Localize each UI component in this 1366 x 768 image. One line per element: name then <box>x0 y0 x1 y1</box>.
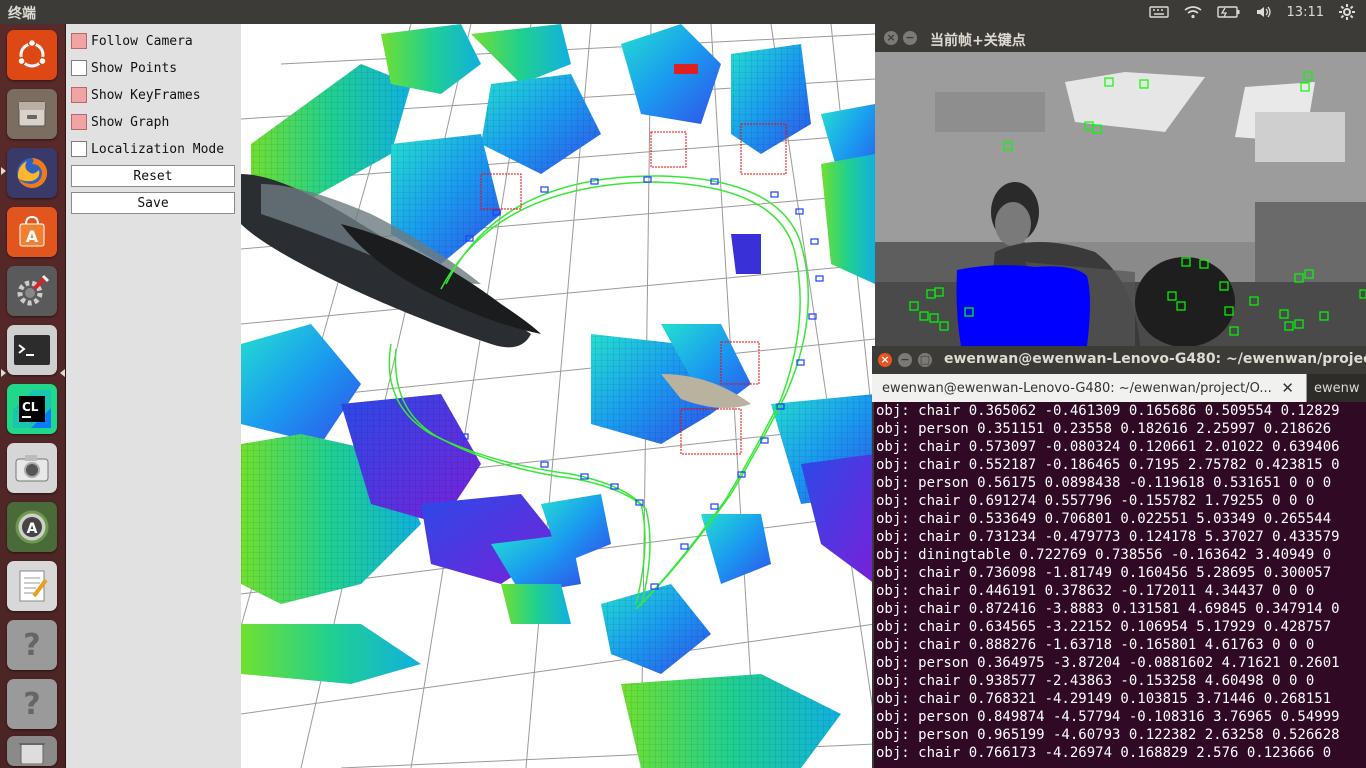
volume-icon[interactable] <box>1255 5 1273 19</box>
checkbox-box[interactable] <box>71 87 87 103</box>
terminal-icon[interactable] <box>7 325 57 375</box>
terminal-line: obj: diningtable 0.722769 0.738556 -0.16… <box>876 547 1332 563</box>
close-icon[interactable]: × <box>884 31 898 45</box>
camera-icon[interactable] <box>7 443 57 493</box>
unknown-app-icon-2[interactable]: ? <box>7 679 57 729</box>
terminal-line: obj: chair 0.533649 0.706801 0.022551 5.… <box>876 511 1332 527</box>
running-indicator <box>1 167 6 175</box>
terminal-line: obj: person 0.56175 0.0898438 -0.119618 … <box>876 475 1332 491</box>
window-titlebar[interactable]: × − 当前帧+关键点 <box>875 24 1366 52</box>
terminal-tab-active[interactable]: ewenwan@ewenwan-Lenovo-G480: ~/ewenwan/p… <box>872 374 1307 402</box>
terminal-line: obj: person 0.849874 -4.57794 -0.108316 … <box>876 709 1340 725</box>
terminal-line: obj: chair 0.938577 -2.43863 -0.153258 4… <box>876 673 1315 689</box>
close-tab-icon[interactable]: ✕ <box>1281 379 1294 397</box>
minimize-icon[interactable]: − <box>903 31 917 45</box>
show-graph-checkbox[interactable]: Show Graph <box>71 111 169 133</box>
trash-icon[interactable] <box>7 736 57 766</box>
checkbox-box[interactable] <box>71 33 87 49</box>
localization-mode-checkbox[interactable]: Localization Mode <box>71 138 224 160</box>
checkbox-label: Show Points <box>91 60 178 76</box>
terminal-line: obj: person 0.364975 -3.87204 -0.0881602… <box>876 655 1340 671</box>
terminal-output[interactable]: obj: chair 0.365062 -0.461309 0.165686 0… <box>874 402 1366 768</box>
terminal-line: obj: chair 0.731234 -0.479773 0.124178 5… <box>876 529 1340 545</box>
minimize-icon[interactable]: − <box>898 353 912 367</box>
checkbox-label: Show Graph <box>91 114 170 130</box>
window-titlebar[interactable]: × − □ ewenwan@ewenwan-Lenovo-G480: ~/ewe… <box>872 346 1366 374</box>
current-frame-window: × − 当前帧+关键点 <box>875 24 1366 346</box>
ubuntu-dash-icon[interactable] <box>7 30 57 80</box>
viewer-control-panel: Follow Camera Show Points Show KeyFrames… <box>66 24 242 768</box>
active-app-title: 终端 <box>8 6 36 22</box>
terminal-line: obj: chair 0.691274 0.557796 -0.155782 1… <box>876 493 1315 509</box>
system-tray: 13:11 <box>1148 0 1366 24</box>
settings-gear-icon[interactable] <box>1338 3 1356 21</box>
firefox-icon[interactable] <box>7 148 57 198</box>
system-settings-icon[interactable] <box>7 266 57 316</box>
unity-launcher: A CL A ? ? <box>0 24 66 768</box>
terminal-window: × − □ ewenwan@ewenwan-Lenovo-G480: ~/ewe… <box>872 346 1366 768</box>
terminal-line: obj: chair 0.872416 -3.8883 0.131581 4.6… <box>876 601 1340 617</box>
terminal-line: obj: chair 0.768321 -4.29149 0.103815 3.… <box>876 691 1332 707</box>
checkbox-box[interactable] <box>71 114 87 130</box>
tab-label: ewenwan@ewenwan-Lenovo-G480: ~/ewenwan/p… <box>882 380 1272 396</box>
top-panel: 终端 13:11 <box>0 0 1366 24</box>
wifi-icon[interactable] <box>1183 5 1203 19</box>
terminal-line: obj: chair 0.634565 -3.22152 0.106954 5.… <box>876 619 1332 635</box>
files-icon[interactable] <box>7 89 57 139</box>
software-updater-icon[interactable]: A <box>7 502 57 552</box>
text-editor-icon[interactable] <box>7 561 57 611</box>
checkbox-label: Follow Camera <box>91 33 193 49</box>
terminal-line: obj: person 0.351151 0.23558 0.182616 2.… <box>876 421 1332 437</box>
tab-label: ewenw <box>1314 380 1360 396</box>
maximize-icon[interactable]: □ <box>918 353 932 367</box>
save-button[interactable]: Save <box>71 192 235 214</box>
running-indicator <box>1 369 6 377</box>
terminal-line: obj: chair 0.766173 -4.26974 0.168829 2.… <box>876 745 1332 761</box>
clock[interactable]: 13:11 <box>1287 5 1324 20</box>
terminal-tabs: ewenwan@ewenwan-Lenovo-G480: ~/ewenwan/p… <box>872 374 1366 402</box>
show-points-checkbox[interactable]: Show Points <box>71 57 177 79</box>
terminal-tab[interactable]: ewenw <box>1314 374 1366 402</box>
terminal-line: obj: chair 0.552187 -0.186465 0.7195 2.7… <box>876 457 1340 473</box>
terminal-line: obj: chair 0.573097 -0.080324 0.120661 2… <box>876 439 1340 455</box>
svg-text:A: A <box>27 521 38 537</box>
show-keyframes-checkbox[interactable]: Show KeyFrames <box>71 84 201 106</box>
checkbox-label: Localization Mode <box>91 141 225 157</box>
checkbox-label: Show KeyFrames <box>91 87 201 103</box>
close-icon[interactable]: × <box>878 353 892 367</box>
follow-camera-checkbox[interactable]: Follow Camera <box>71 30 193 52</box>
clion-icon[interactable]: CL <box>7 384 57 434</box>
focused-indicator <box>60 369 65 377</box>
camera-frame-image <box>875 52 1366 346</box>
terminal-line: obj: person 0.965199 -4.60793 0.122382 2… <box>876 727 1340 743</box>
terminal-line: obj: chair 0.736098 -1.81749 0.160456 5.… <box>876 565 1332 581</box>
battery-icon[interactable] <box>1216 5 1241 19</box>
svg-text:A: A <box>26 227 39 246</box>
unknown-app-icon-1[interactable]: ? <box>7 620 57 670</box>
checkbox-box[interactable] <box>71 141 87 157</box>
checkbox-box[interactable] <box>71 60 87 76</box>
person-segmentation-mask <box>956 265 1090 346</box>
window-title: 当前帧+关键点 <box>930 33 1026 49</box>
terminal-line: obj: chair 0.446191 0.378632 -0.172011 4… <box>876 583 1315 599</box>
svg-text:CL: CL <box>22 400 39 414</box>
keyboard-icon[interactable] <box>1148 5 1169 19</box>
window-title: ewenwan@ewenwan-Lenovo-G480: ~/ewenwan/p… <box>944 351 1366 367</box>
software-center-icon[interactable]: A <box>7 207 57 257</box>
reset-button[interactable]: Reset <box>71 165 235 187</box>
map-3d-viewer[interactable] <box>241 24 875 768</box>
terminal-line: obj: chair 0.365062 -0.461309 0.165686 0… <box>876 403 1340 419</box>
terminal-line: obj: chair 0.888276 -1.63718 -0.165801 4… <box>876 637 1315 653</box>
